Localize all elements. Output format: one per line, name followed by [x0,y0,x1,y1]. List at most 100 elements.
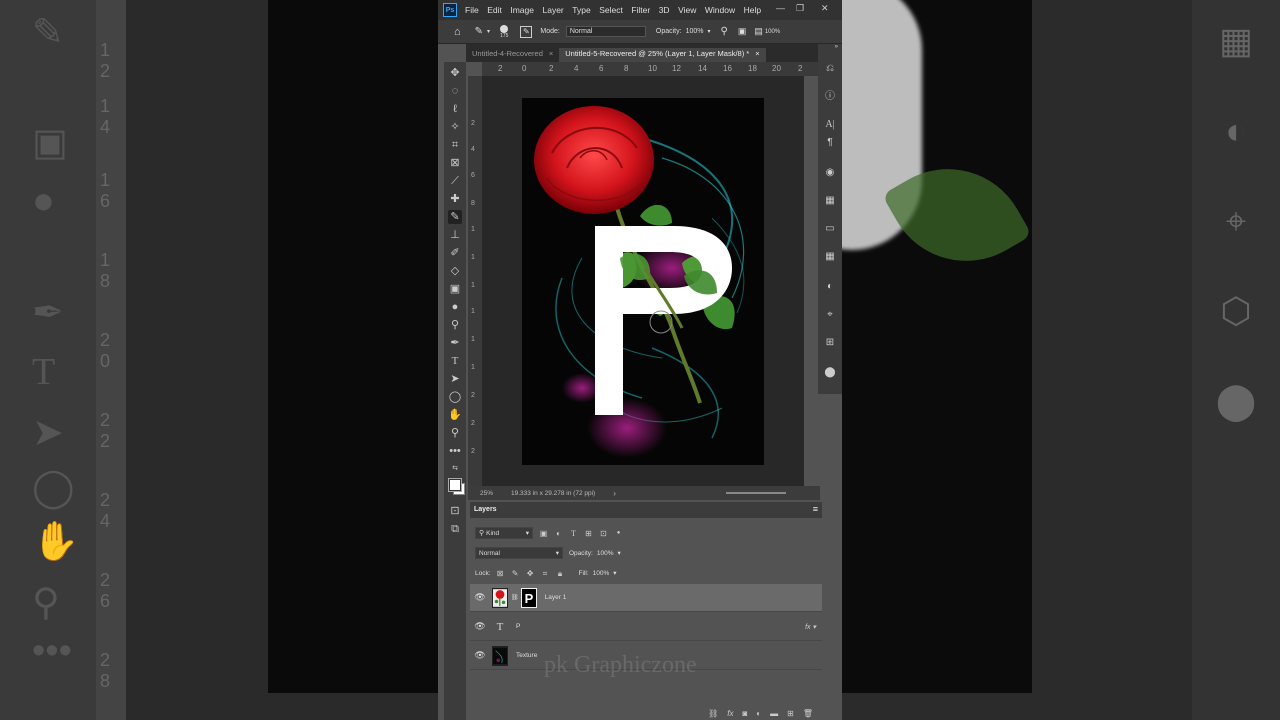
menu-help[interactable]: Help [744,5,761,15]
menu-image[interactable]: Image [510,5,534,15]
minimize-icon[interactable]: — [776,3,785,13]
tab-close-icon[interactable]: × [549,49,553,58]
blur-tool-icon[interactable]: ● [448,300,462,314]
layer-effects-icon[interactable]: fx ▾ [805,623,816,631]
lasso-tool-icon[interactable]: ℓ [448,102,462,116]
menu-type[interactable]: Type [572,5,590,15]
paths-panel-icon[interactable]: ⌖ [823,308,837,322]
menu-filter[interactable]: Filter [631,5,650,15]
panel-collapse-icon[interactable]: » [818,44,842,54]
dodge-tool-icon[interactable]: ⚲ [448,318,462,332]
panel-menu-icon[interactable]: ≡ [813,504,818,514]
add-layer-style-icon[interactable]: fx [727,709,733,718]
menu-window[interactable]: Window [705,5,735,15]
path-selection-icon[interactable]: ➤ [448,372,462,386]
foreground-color-swatch[interactable] [449,479,461,491]
shape-filter-icon[interactable]: ⊞ [584,529,593,538]
adjustments-panel-icon[interactable]: ◐ [823,280,837,294]
pen-tool-icon[interactable]: ✒ [448,336,462,350]
visibility-eye-icon[interactable]: 👁︎ [474,621,486,632]
brush-size-preview[interactable]: 175 [500,24,508,39]
add-mask-icon[interactable]: ◙ [742,709,747,718]
channels-panel-icon[interactable]: ⬤ [823,366,837,380]
mask-link-icon[interactable]: ⛓ [511,594,519,601]
color-panel-icon[interactable]: ◉ [823,166,837,180]
flow-value[interactable]: 100% [765,29,780,35]
home-icon[interactable]: ⌂ [454,26,461,38]
zoom-tool-icon[interactable]: ⚲ [448,426,462,440]
hand-tool-icon[interactable]: ✋ [448,408,462,422]
eraser-icon[interactable]: ◇ [448,264,462,278]
airbrush-icon[interactable]: ▣ [738,26,747,37]
visibility-eye-icon[interactable]: 👁︎ [474,592,486,603]
swap-colors-icon[interactable]: ⇆ [448,462,462,476]
history-panel-icon[interactable]: ⎌ [823,62,837,76]
lock-artboard-icon[interactable]: ⌗ [541,569,550,578]
pressure-opacity-icon[interactable]: ⚲ [720,26,727,37]
crop-tool-icon[interactable]: ⌗ [448,138,462,152]
filter-toggle-icon[interactable]: ● [614,529,623,538]
layers-panel-title[interactable]: Layers [474,506,497,513]
horizontal-scrollbar[interactable] [725,492,786,494]
navigator-icon[interactable]: ⊡ [448,504,462,518]
info-panel-icon[interactable]: ⓘ [823,90,837,104]
menu-edit[interactable]: Edit [487,5,502,15]
layer-row-p[interactable]: 👁︎ T P fx ▾ [470,613,822,641]
move-tool-icon[interactable]: ✥ [448,66,462,80]
new-layer-icon[interactable]: ⊞ [787,709,794,718]
swatches-panel-icon[interactable]: ▦ [823,194,837,208]
type-tool-icon[interactable]: T [448,354,462,368]
patterns-panel-icon[interactable]: ▦ [823,250,837,264]
brush-tool-icon[interactable]: ✎ [448,210,462,224]
lock-pixels-icon[interactable]: ✎ [511,569,520,578]
menu-view[interactable]: View [678,5,696,15]
delete-layer-icon[interactable]: 🗑︎ [803,709,813,718]
menu-3d[interactable]: 3D [659,5,670,15]
kind-filter-select[interactable]: ⚲ Kind ▾ [475,527,533,539]
marquee-tool-icon[interactable]: ◌ [448,84,462,98]
more-tools-icon[interactable]: ••• [448,444,462,458]
frame-tool-icon[interactable]: ⊠ [448,156,462,170]
paragraph-panel-icon[interactable]: ¶ [823,136,837,150]
flow-icon[interactable]: ▤ [754,26,763,37]
gradients-panel-icon[interactable]: ▭ [823,222,837,236]
adjustment-filter-icon[interactable]: ◐ [554,529,563,538]
fill-value[interactable]: 100% [593,570,610,577]
lock-position-icon[interactable]: ✥ [526,569,535,578]
menu-select[interactable]: Select [599,5,623,15]
type-filter-icon[interactable]: T [569,529,578,538]
link-layers-icon[interactable]: ⛓ [708,709,718,718]
layer-row-layer-1[interactable]: 👁︎ ⛓ P Layer 1 [470,584,822,612]
new-adjustment-layer-icon[interactable]: ◐ [756,709,761,718]
tab-close-icon[interactable]: × [755,49,759,58]
visibility-eye-icon[interactable]: 👁︎ [474,650,486,661]
opacity-value[interactable]: 100% [686,28,704,35]
eyedropper-icon[interactable]: ⟋ [448,174,462,188]
mode-select[interactable]: Normal [565,26,646,37]
brush-preset-icon[interactable]: ✎ [475,26,483,37]
close-icon[interactable]: ✕ [821,3,829,14]
maximize-icon[interactable]: ❐ [796,3,804,14]
layer-opacity-value[interactable]: 100% [597,550,614,557]
layer-mask-thumbnail[interactable]: P [520,587,537,608]
artwork-canvas[interactable] [522,98,764,465]
properties-panel-icon[interactable]: ⊞ [823,336,837,350]
magic-wand-icon[interactable]: ✧ [448,120,462,134]
blend-mode-select[interactable]: Normal ▾ [475,547,563,559]
lock-all-icon[interactable]: 🔒︎ [556,569,565,578]
ellipse-tool-icon[interactable]: ◯ [448,390,462,404]
menu-file[interactable]: File [465,5,479,15]
layer-comps-icon[interactable]: ⧉ [448,522,462,536]
healing-brush-icon[interactable]: ✚ [448,192,462,206]
menu-layer[interactable]: Layer [542,5,563,15]
smart-object-filter-icon[interactable]: ⊡ [599,529,608,538]
character-panel-icon[interactable]: A| [823,118,837,132]
zoom-level[interactable]: 25% [480,490,493,497]
gradient-tool-icon[interactable]: ▣ [448,282,462,296]
lock-transparent-icon[interactable]: ⊠ [496,569,505,578]
clone-stamp-icon[interactable]: ⊥ [448,228,462,242]
history-brush-icon[interactable]: ✐ [448,246,462,260]
brush-settings-icon[interactable]: ✎ [520,25,533,38]
pixel-filter-icon[interactable]: ▣ [539,529,548,538]
status-chevron-icon[interactable]: › [613,489,616,498]
